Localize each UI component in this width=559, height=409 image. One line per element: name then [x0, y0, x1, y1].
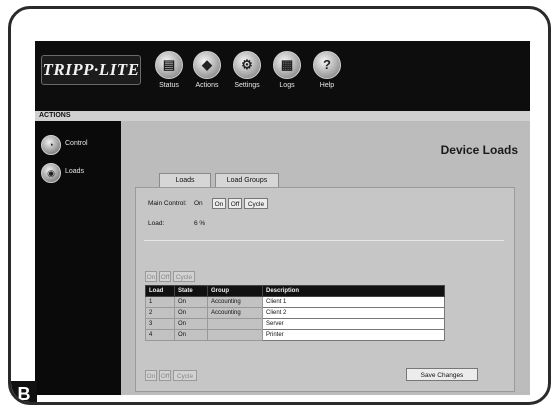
sidebar-item-label: Loads — [65, 168, 85, 175]
nav-status[interactable]: ▤ Status — [149, 51, 189, 89]
load-group: Accounting — [207, 307, 263, 319]
section-label-actions: ACTIONS — [35, 111, 530, 121]
description-input[interactable]: Client 1 — [262, 296, 445, 308]
load-value: 6 % — [194, 220, 206, 227]
status-icon: ▤ — [155, 51, 183, 79]
load-number: 1 — [145, 296, 175, 308]
load-group — [207, 318, 263, 330]
figure-frame: TRIPP·LITE ▤ Status ◆ Actions ⚙ Settings… — [8, 6, 551, 405]
nav-help[interactable]: ? Help — [307, 51, 347, 89]
nav-settings-label: Settings — [234, 82, 260, 89]
column-header-load: Load — [145, 285, 175, 297]
load-state: On — [174, 307, 208, 319]
load-group — [207, 329, 263, 341]
load-label: Load: — [148, 220, 165, 227]
tripp-lite-logo: TRIPP·LITE — [41, 55, 141, 85]
web-interface-screen: TRIPP·LITE ▤ Status ◆ Actions ⚙ Settings… — [35, 41, 530, 395]
loads-icon: ◉ — [41, 163, 61, 183]
logs-icon: ▦ — [273, 51, 301, 79]
load-number: 4 — [145, 329, 175, 341]
bottom-off-button[interactable]: Off — [159, 370, 171, 381]
nav-actions-label: Actions — [195, 82, 219, 89]
sidebar-item-label: Control — [65, 140, 88, 147]
description-input[interactable]: Server — [262, 318, 445, 330]
save-changes-button[interactable]: Save Changes — [406, 368, 478, 381]
nav-help-label: Help — [319, 82, 335, 89]
nav-settings[interactable]: ⚙ Settings — [227, 51, 267, 89]
table-header-row: Load State Group Description — [145, 285, 445, 297]
bottom-on-button[interactable]: On — [145, 370, 157, 381]
bulk-on-button[interactable]: On — [145, 271, 157, 282]
load-state: On — [174, 329, 208, 341]
main-off-button[interactable]: Off — [228, 198, 242, 209]
load-state: On — [174, 296, 208, 308]
bottom-cycle-button[interactable]: Cycle — [173, 370, 197, 381]
table-row[interactable]: 4 On Printer — [145, 329, 445, 341]
nav-logs-label: Logs — [279, 82, 295, 89]
help-icon: ? — [313, 51, 341, 79]
actions-icon: ◆ — [193, 51, 221, 79]
column-header-group: Group — [207, 285, 263, 297]
main-cycle-button[interactable]: Cycle — [244, 198, 268, 209]
bulk-off-button[interactable]: Off — [159, 271, 171, 282]
settings-icon: ⚙ — [233, 51, 261, 79]
table-row[interactable]: 2 On Accounting Client 2 — [145, 307, 445, 319]
load-group: Accounting — [207, 296, 263, 308]
description-input[interactable]: Client 2 — [262, 307, 445, 319]
control-icon: ◔ — [41, 135, 61, 155]
main-content: Device Loads Loads Load Groups Main Cont… — [121, 121, 530, 395]
column-header-state: State — [174, 285, 208, 297]
nav-actions[interactable]: ◆ Actions — [187, 51, 227, 89]
loads-table: Load State Group Description 1 On Accoun… — [145, 285, 445, 341]
sidebar-item-control[interactable]: ◔ Control — [41, 135, 121, 155]
nav-logs[interactable]: ▦ Logs — [267, 51, 307, 89]
divider — [144, 240, 504, 241]
description-input[interactable]: Printer — [262, 329, 445, 341]
load-state: On — [174, 318, 208, 330]
column-header-description: Description — [262, 285, 445, 297]
top-navigation-bar: TRIPP·LITE ▤ Status ◆ Actions ⚙ Settings… — [35, 41, 530, 111]
main-control-state: On — [194, 200, 203, 207]
bulk-cycle-button[interactable]: Cycle — [173, 271, 195, 282]
table-row[interactable]: 1 On Accounting Client 1 — [145, 296, 445, 308]
load-number: 3 — [145, 318, 175, 330]
main-control-label: Main Control: — [148, 200, 187, 207]
sidebar-item-loads[interactable]: ◉ Loads — [41, 163, 121, 183]
table-row[interactable]: 3 On Server — [145, 318, 445, 330]
load-number: 2 — [145, 307, 175, 319]
nav-status-label: Status — [159, 82, 179, 89]
sidebar: ◔ Control ◉ Loads — [35, 121, 121, 395]
figure-badge: B — [11, 381, 37, 402]
page-title: Device Loads — [440, 143, 518, 157]
main-on-button[interactable]: On — [212, 198, 226, 209]
loads-panel: Main Control: On On Off Cycle Load: 6 % … — [135, 187, 515, 392]
